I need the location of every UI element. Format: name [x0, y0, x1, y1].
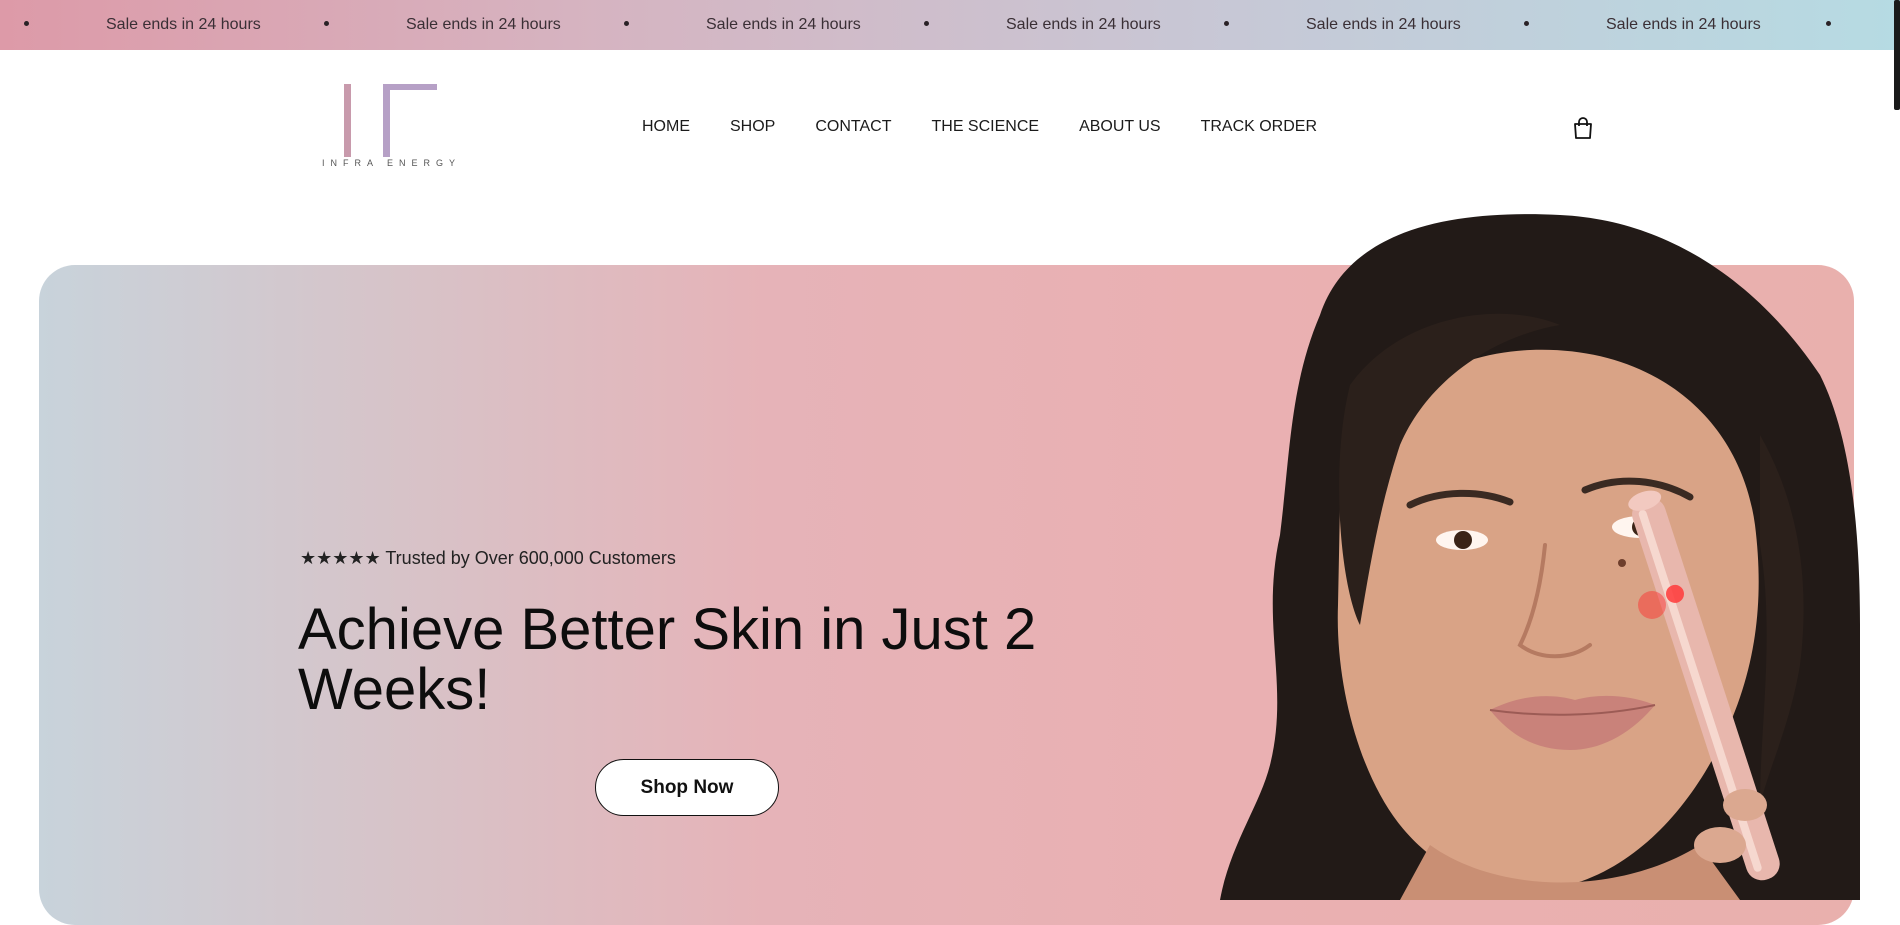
separator-dot [624, 21, 629, 26]
site-header: INFRA ENERGY HOME SHOP CONTACT THE SCIEN… [0, 50, 1900, 210]
logo-letter-e-top [383, 84, 437, 90]
announcement-text: Sale ends in 24 hours [1006, 16, 1161, 33]
announcement-bar: Sale ends in 24 hours Sale ends in 24 ho… [0, 0, 1900, 50]
hero-model-image [1220, 214, 1860, 900]
cart-button[interactable] [1572, 116, 1594, 140]
separator-dot [24, 21, 29, 26]
nav-contact[interactable]: CONTACT [815, 118, 891, 136]
announcement-text: Sale ends in 24 hours [106, 16, 261, 33]
logo-letter-e [383, 84, 390, 166]
announcement-text: Sale ends in 24 hours [406, 16, 561, 33]
page-scrollbar[interactable] [1894, 0, 1900, 110]
nav-home[interactable]: HOME [642, 118, 690, 136]
separator-dot [1524, 21, 1529, 26]
shopping-bag-icon [1574, 117, 1592, 139]
nav-shop[interactable]: SHOP [730, 118, 775, 136]
main-nav: HOME SHOP CONTACT THE SCIENCE ABOUT US T… [642, 118, 1317, 136]
brand-logo[interactable]: INFRA ENERGY [318, 84, 463, 174]
announcement-text: Sale ends in 24 hours [1306, 16, 1461, 33]
nav-about-us[interactable]: ABOUT US [1079, 118, 1161, 136]
hero-headline: Achieve Better Skin in Just 2 Weeks! [298, 597, 1037, 722]
announcement-text: Sale ends in 24 hours [1606, 16, 1761, 33]
separator-dot [924, 21, 929, 26]
logo-wordmark: INFRA ENERGY [320, 157, 462, 169]
nav-track-order[interactable]: TRACK ORDER [1201, 118, 1317, 136]
separator-dot [324, 21, 329, 26]
separator-dot [1224, 21, 1229, 26]
separator-dot [1826, 21, 1831, 26]
trust-line: ★★★★★ Trusted by Over 600,000 Customers [300, 548, 676, 568]
announcement-text: Sale ends in 24 hours [706, 16, 861, 33]
logo-letter-i [344, 84, 351, 166]
shop-now-button[interactable]: Shop Now [595, 759, 779, 816]
nav-the-science[interactable]: THE SCIENCE [931, 118, 1039, 136]
